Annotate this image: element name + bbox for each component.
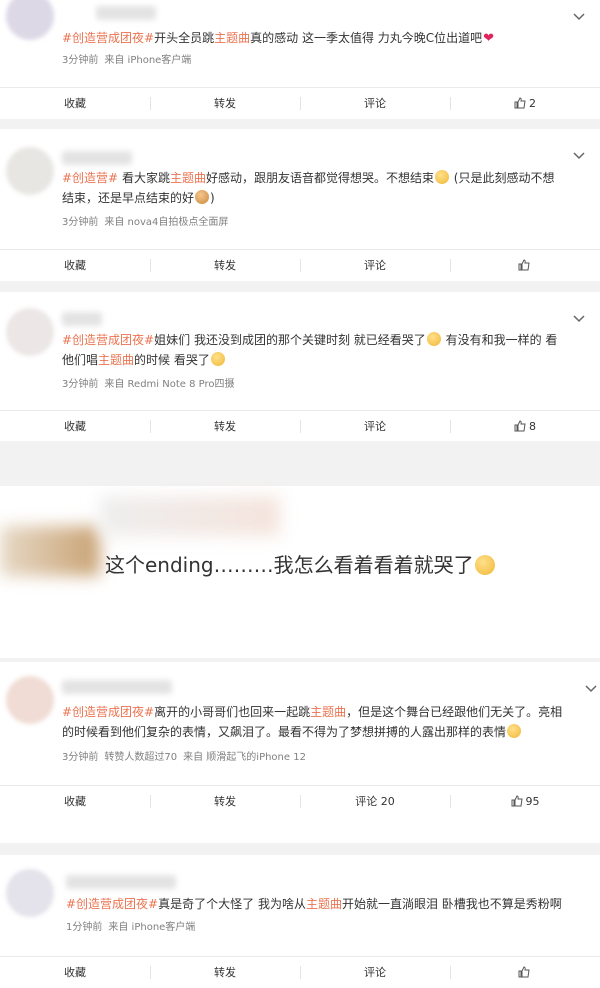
keyword-link[interactable]: 主题曲 [306, 897, 342, 911]
collect-button[interactable]: 收藏 [0, 786, 150, 816]
post-card: #创造营成团夜#姐妹们 我还没到成团的那个关键时刻 就已经看哭了 有没有和我一样… [0, 292, 600, 441]
keyword-link[interactable]: 主题曲 [214, 31, 250, 45]
action-bar: 收藏 转发 评论 [0, 249, 600, 280]
post-card: #创造营成团夜#开头全员跳主题曲真的感动 这一季太值得 力丸今晚C位出道吧❤ 3… [0, 0, 600, 119]
timestamp[interactable]: 3分钟前 [62, 379, 98, 390]
hashtag-link[interactable]: #创造营成团夜# [66, 897, 158, 911]
post-card: 这个ending………我怎么看着看着就哭了 [0, 486, 600, 658]
post-text: #创造营成团夜#开头全员跳主题曲真的感动 这一季太值得 力丸今晚C位出道吧❤ [62, 28, 582, 49]
chevron-down-icon[interactable] [572, 312, 586, 326]
post-meta: 3分钟前 来自 Redmi Note 8 Pro四摄 [62, 378, 235, 392]
post-text: #创造营# 看大家跳主题曲好感动，跟朋友语音都觉得想哭。不想结束 (只是此刻感动… [62, 170, 555, 205]
hashtag-link[interactable]: #创造营# [62, 171, 118, 185]
comment-button[interactable]: 评论 [300, 250, 450, 280]
blurred-header [100, 496, 280, 536]
action-bar: 收藏 转发 评论 2 [0, 87, 600, 118]
post-big-text: 这个ending………我怎么看着看着就哭了 [105, 552, 496, 578]
avatar[interactable] [6, 869, 54, 917]
post-card: #创造营# 看大家跳主题曲好感动，跟朋友语音都觉得想哭。不想结束 (只是此刻感动… [0, 129, 600, 281]
crying-emoji-icon [426, 332, 441, 346]
laughing-emoji-icon [210, 352, 225, 366]
repost-button[interactable]: 转发 [150, 411, 300, 441]
thumbs-up-icon [514, 420, 526, 432]
source: 来自 iPhone客户端 [108, 922, 196, 933]
comment-button[interactable]: 评论 20 [300, 786, 450, 816]
comment-button[interactable]: 评论 [300, 957, 450, 987]
repost-button[interactable]: 转发 [150, 957, 300, 987]
action-bar: 收藏 转发 评论 8 [0, 410, 600, 441]
thumbs-up-icon [518, 966, 530, 978]
post-meta: 1分钟前 来自 iPhone客户端 [66, 921, 195, 935]
username[interactable] [66, 875, 176, 889]
action-bar: 收藏 转发 评论 20 95 [0, 785, 600, 816]
repost-button[interactable]: 转发 [150, 250, 300, 280]
source: 来自 顺滑起飞的iPhone 12 [183, 752, 306, 763]
post-card: #创造营成团夜#离开的小哥哥们也回来一起跳主题曲，但是这个舞台已经跟他们无关了。… [0, 662, 600, 843]
avatar[interactable] [6, 147, 54, 195]
keyword-link[interactable]: 主题曲 [170, 171, 206, 185]
collect-button[interactable]: 收藏 [0, 411, 150, 441]
comment-button[interactable]: 评论 [300, 88, 450, 118]
like-button[interactable]: 95 [450, 786, 600, 816]
source: 来自 nova4自拍极点全面屏 [104, 217, 229, 228]
chevron-down-icon[interactable] [572, 149, 586, 163]
timestamp[interactable]: 3分钟前 [62, 752, 98, 763]
timestamp[interactable]: 1分钟前 [66, 922, 102, 933]
hug-emoji-icon [195, 190, 210, 204]
repost-count-note: 转赞人数超过70 [104, 752, 178, 763]
like-button[interactable] [450, 957, 600, 987]
like-button[interactable] [450, 250, 600, 280]
post-meta: 3分钟前 来自 iPhone客户端 [62, 54, 191, 68]
post-meta: 3分钟前 来自 nova4自拍极点全面屏 [62, 216, 228, 230]
avatar[interactable] [6, 676, 54, 724]
hashtag-link[interactable]: #创造营成团夜# [62, 31, 154, 45]
collect-button[interactable]: 收藏 [0, 88, 150, 118]
username[interactable] [62, 680, 172, 694]
action-bar: 收藏 转发 评论 [0, 956, 600, 987]
sad-face-emoji-icon [434, 170, 449, 184]
like-button[interactable]: 2 [450, 88, 600, 118]
keyword-link[interactable]: 主题曲 [310, 705, 346, 719]
thumbs-up-icon [518, 259, 530, 271]
collect-button[interactable]: 收藏 [0, 250, 150, 280]
hashtag-link[interactable]: #创造营成团夜# [62, 333, 154, 347]
post-meta: 3分钟前 转赞人数超过70 来自 顺滑起飞的iPhone 12 [62, 751, 306, 765]
avatar[interactable] [6, 308, 54, 356]
keyword-link[interactable]: 主题曲 [98, 353, 134, 367]
username[interactable] [96, 6, 156, 20]
collect-button[interactable]: 收藏 [0, 957, 150, 987]
blurred-avatar [0, 526, 100, 576]
timestamp[interactable]: 3分钟前 [62, 55, 98, 66]
post-text: #创造营成团夜#姐妹们 我还没到成团的那个关键时刻 就已经看哭了 有没有和我一样… [62, 332, 558, 367]
repost-button[interactable]: 转发 [150, 786, 300, 816]
post-card: #创造营成团夜#真是奇了个大怪了 我为啥从主题曲开始就一直淌眼泪 卧槽我也不算是… [0, 855, 600, 988]
hashtag-link[interactable]: #创造营成团夜# [62, 705, 154, 719]
heart-emoji-icon: ❤ [483, 31, 495, 46]
thumbs-up-icon [514, 97, 526, 109]
username[interactable] [62, 151, 132, 165]
post-text: #创造营成团夜#离开的小哥哥们也回来一起跳主题曲，但是这个舞台已经跟他们无关了。… [62, 705, 563, 739]
avatar[interactable] [6, 0, 54, 40]
timestamp[interactable]: 3分钟前 [62, 217, 98, 228]
comment-button[interactable]: 评论 [300, 411, 450, 441]
source: 来自 iPhone客户端 [104, 55, 192, 66]
like-button[interactable]: 8 [450, 411, 600, 441]
post-text: #创造营成团夜#真是奇了个大怪了 我为啥从主题曲开始就一直淌眼泪 卧槽我也不算是… [66, 897, 562, 911]
chevron-down-icon[interactable] [572, 10, 586, 24]
repost-button[interactable]: 转发 [150, 88, 300, 118]
username[interactable] [62, 312, 102, 326]
chevron-down-icon[interactable] [584, 682, 598, 696]
crying-emoji-icon [507, 724, 522, 738]
source: 来自 Redmi Note 8 Pro四摄 [104, 379, 235, 390]
thumbs-up-icon [511, 795, 523, 807]
crying-emoji-icon [474, 555, 495, 575]
